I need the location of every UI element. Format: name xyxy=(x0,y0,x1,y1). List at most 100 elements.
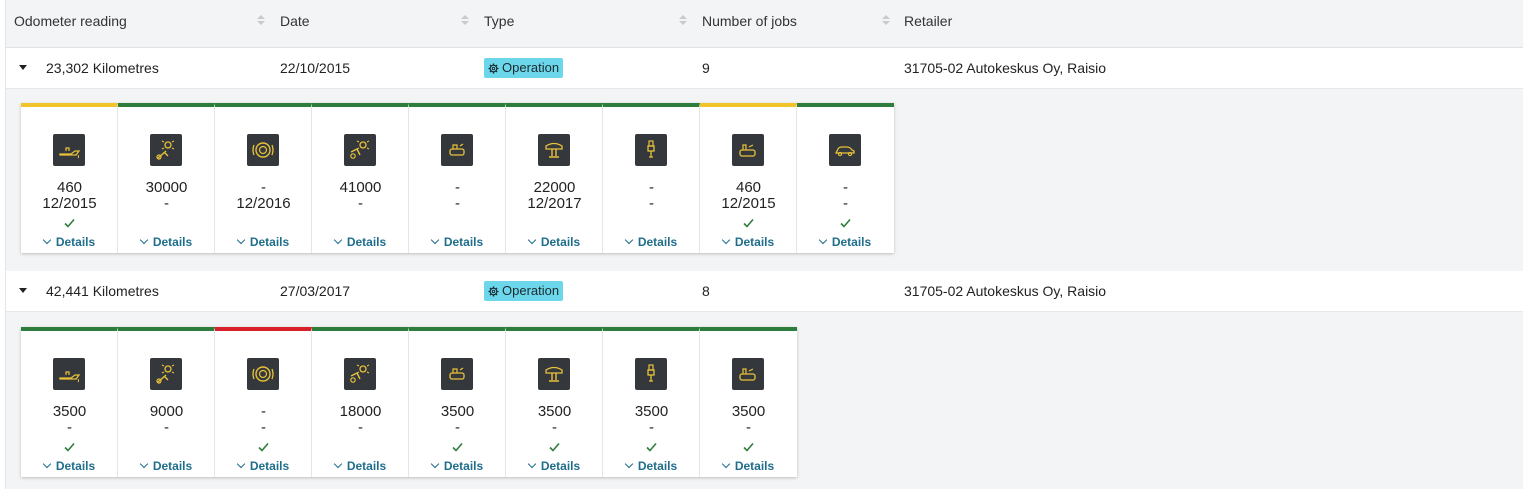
service-card: 460 12/2015 Details xyxy=(700,103,797,253)
details-toggle[interactable]: Details xyxy=(409,459,506,473)
gearbox-wrench-icon xyxy=(150,358,182,390)
checkmark-icon xyxy=(743,439,754,452)
details-label: Details xyxy=(734,459,775,473)
spark-plug-icon xyxy=(635,134,667,166)
sort-icon[interactable] xyxy=(678,14,688,28)
chevron-down-icon xyxy=(430,459,440,469)
service-mileage-value: 3500 xyxy=(634,403,669,420)
chevron-down-icon xyxy=(236,235,246,245)
details-toggle[interactable]: Details xyxy=(118,235,215,249)
chevron-down-icon xyxy=(42,235,52,245)
details-label: Details xyxy=(734,235,775,249)
service-date-value: - xyxy=(649,195,654,212)
brake-disc-icon xyxy=(247,358,279,390)
column-header-jobs[interactable]: Number of jobs xyxy=(702,0,797,48)
sort-icon[interactable] xyxy=(460,14,470,28)
sort-icon[interactable] xyxy=(881,14,891,28)
details-toggle[interactable]: Details xyxy=(603,459,700,473)
service-mileage-value: 30000 xyxy=(145,179,188,196)
details-toggle[interactable]: Details xyxy=(312,235,409,249)
details-label: Details xyxy=(637,235,678,249)
chevron-down-icon xyxy=(527,459,537,469)
service-card: 22000 12/2017 Details xyxy=(506,103,603,253)
service-mileage-value: - xyxy=(843,179,848,196)
service-mileage-value: 460 xyxy=(735,179,762,196)
chevron-down-icon xyxy=(527,235,537,245)
column-header-retailer[interactable]: Retailer xyxy=(904,0,952,48)
chevron-down-icon xyxy=(333,459,343,469)
service-date-value: - xyxy=(164,419,169,436)
service-card: 3500- Details xyxy=(506,327,603,477)
oil-can-icon xyxy=(53,134,85,166)
details-toggle[interactable]: Details xyxy=(215,459,312,473)
details-label: Details xyxy=(55,459,96,473)
service-row[interactable]: 23,302 Kilometres 22/10/2015 Operation 9… xyxy=(6,48,1523,89)
sort-icon[interactable] xyxy=(256,14,266,28)
service-detail-panel: 3500- Details 9000- Details - - Details 18000- D… xyxy=(6,312,1523,489)
retailer-name: 31705-02 Autokeskus Oy, Raisio xyxy=(904,60,1107,76)
chevron-down-icon xyxy=(430,235,440,245)
service-mileage-value: 41000 xyxy=(339,179,382,196)
details-toggle[interactable]: Details xyxy=(312,459,409,473)
chevron-down-icon xyxy=(721,459,731,469)
checkmark-icon xyxy=(64,215,75,228)
service-date-value: - xyxy=(455,195,460,212)
chevron-down-icon xyxy=(721,235,731,245)
details-toggle[interactable]: Details xyxy=(797,235,894,249)
column-header-label: Type xyxy=(484,13,515,29)
oil-filter-icon xyxy=(732,134,764,166)
jobs-count: 9 xyxy=(702,60,710,76)
details-toggle[interactable]: Details xyxy=(506,459,603,473)
details-toggle[interactable]: Details xyxy=(409,235,506,249)
service-history-table: Odometer reading Date Type Number of job… xyxy=(5,0,1523,489)
details-label: Details xyxy=(249,235,290,249)
fuel-filter-icon xyxy=(441,358,473,390)
details-toggle[interactable]: Details xyxy=(21,459,118,473)
service-date-value: 12/2015 xyxy=(42,195,97,212)
details-label: Details xyxy=(249,459,290,473)
service-date-value: - xyxy=(358,419,363,436)
service-card: 3500- Details xyxy=(700,327,797,477)
checkmark-icon xyxy=(743,215,754,228)
chevron-down-icon xyxy=(818,235,828,245)
details-label: Details xyxy=(831,235,872,249)
service-date-value: - xyxy=(67,419,72,436)
details-toggle[interactable]: Details xyxy=(700,235,797,249)
column-header-label: Date xyxy=(280,13,310,29)
details-toggle[interactable]: Details xyxy=(506,235,603,249)
details-label: Details xyxy=(540,235,581,249)
checkmark-icon xyxy=(452,439,463,452)
details-toggle[interactable]: Details xyxy=(603,235,700,249)
service-row[interactable]: 42,441 Kilometres 27/03/2017 Operation 8… xyxy=(6,271,1523,312)
service-mileage-value: 18000 xyxy=(339,403,382,420)
column-header-type[interactable]: Type xyxy=(484,0,514,48)
service-mileage-value: 3500 xyxy=(440,403,475,420)
expand-caret-icon[interactable] xyxy=(19,65,27,70)
chevron-down-icon xyxy=(624,459,634,469)
details-toggle[interactable]: Details xyxy=(700,459,797,473)
car-lift-icon xyxy=(538,134,570,166)
column-header-label: Number of jobs xyxy=(702,13,797,29)
jobs-count: 8 xyxy=(702,283,710,299)
chevron-down-icon xyxy=(139,235,149,245)
service-card: 460 12/2015 Details xyxy=(21,103,118,253)
oil-filter-icon xyxy=(732,358,764,390)
details-toggle[interactable]: Details xyxy=(118,459,215,473)
service-mileage-value: 3500 xyxy=(731,403,766,420)
column-header-odometer[interactable]: Odometer reading xyxy=(14,0,127,48)
fuel-filter-icon xyxy=(441,134,473,166)
expand-caret-icon[interactable] xyxy=(19,288,27,293)
details-toggle[interactable]: Details xyxy=(21,235,118,249)
type-label: Operation xyxy=(502,60,560,75)
service-card: 30000- Details xyxy=(118,103,215,253)
service-cards: 3500- Details 9000- Details - - Details 18000- D… xyxy=(21,327,797,477)
service-card: - - Details xyxy=(409,103,506,253)
retailer-name: 31705-02 Autokeskus Oy, Raisio xyxy=(904,283,1107,299)
service-date-value: 12/2016 xyxy=(236,195,291,212)
service-date-value: - xyxy=(552,419,557,436)
gearbox-wrench-icon xyxy=(150,134,182,166)
column-header-date[interactable]: Date xyxy=(280,0,310,48)
details-toggle[interactable]: Details xyxy=(215,235,312,249)
service-card: - - Details xyxy=(215,327,312,477)
service-mileage-value: 9000 xyxy=(149,403,184,420)
